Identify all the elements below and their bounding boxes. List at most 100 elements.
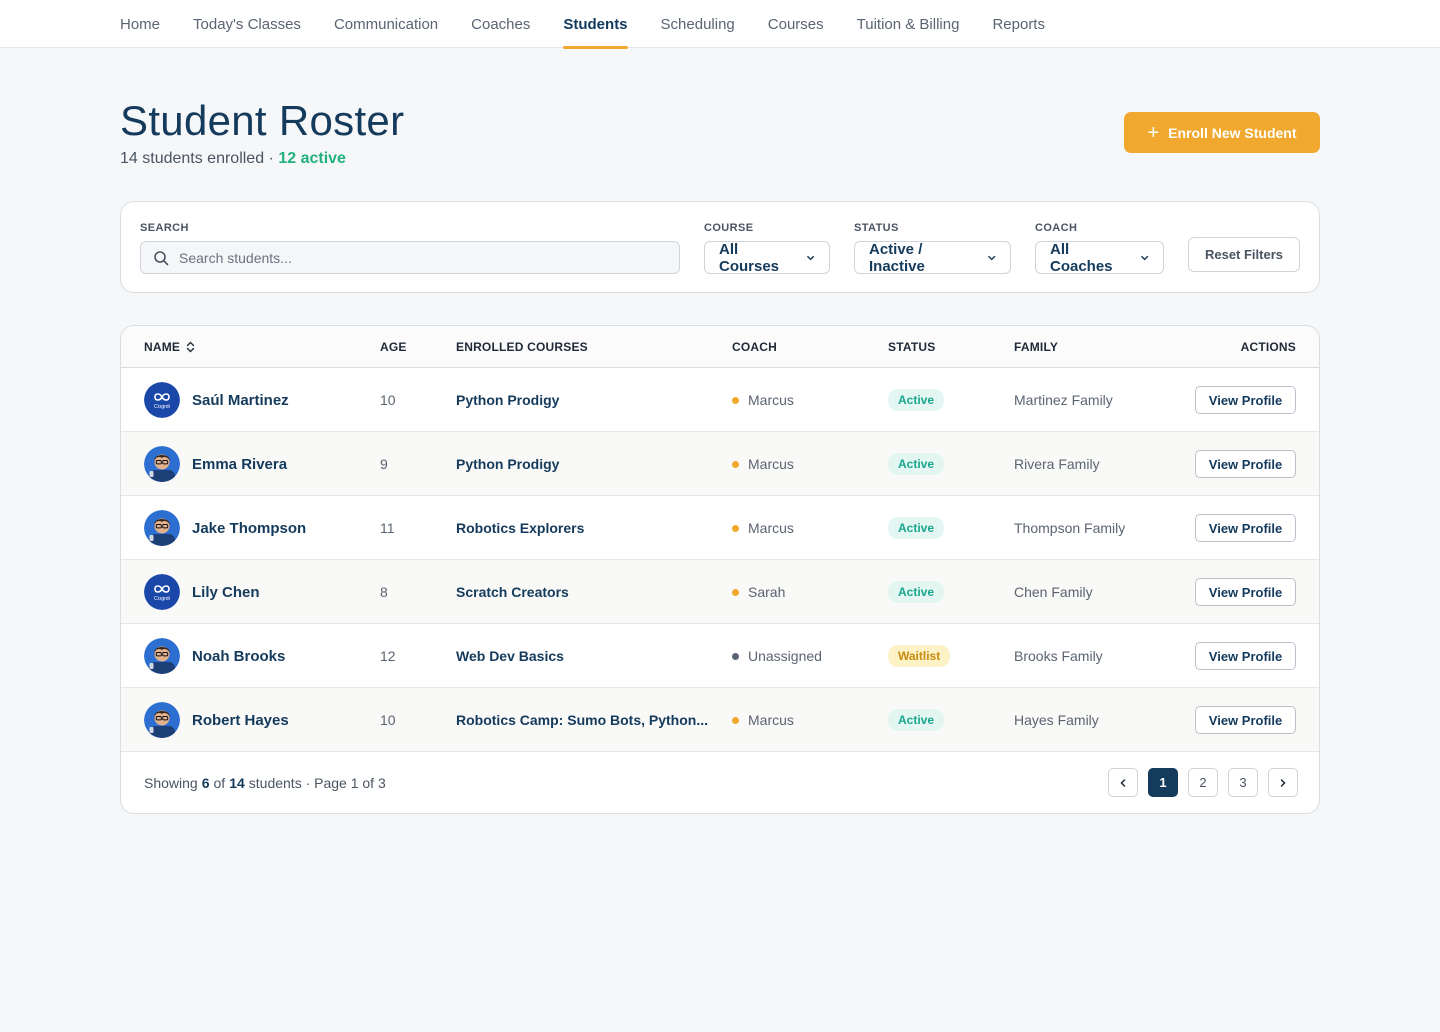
column-header-name[interactable]: NAME: [144, 326, 195, 368]
view-profile-button[interactable]: View Profile: [1195, 578, 1296, 606]
view-profile-button[interactable]: View Profile: [1195, 450, 1296, 478]
coach-status-dot: [732, 716, 739, 724]
student-name-cell: Cognit Saúl Martinez: [144, 368, 289, 432]
reset-filters-button[interactable]: Reset Filters: [1188, 237, 1300, 272]
enrolled-count: 14 students enrolled ·: [120, 150, 279, 167]
showing-summary: Showing 6 of 14 students · Page 1 of 3: [144, 752, 386, 813]
previous-page-button[interactable]: [1108, 768, 1138, 797]
actions-cell: View Profile: [1195, 432, 1296, 496]
student-age: 9: [380, 456, 388, 472]
view-profile-button[interactable]: View Profile: [1195, 706, 1296, 734]
enrolled-course: Web Dev Basics: [456, 648, 564, 664]
nav-item-courses[interactable]: Courses: [768, 0, 824, 48]
status-cell: Waitlist: [888, 624, 951, 688]
enrolled-course-cell: Robotics Camp: Sumo Bots, Python...: [456, 688, 708, 752]
page-1-button[interactable]: 1: [1148, 768, 1178, 797]
showing-suffix: students · Page 1 of 3: [248, 775, 386, 791]
nav-item-students[interactable]: Students: [563, 0, 628, 49]
course-label: COURSE: [704, 222, 754, 234]
student-name-cell: Jake Thompson: [144, 496, 306, 560]
student-name[interactable]: Emma Rivera: [192, 456, 287, 473]
student-age: 8: [380, 584, 388, 600]
nav-item-tuition-billing[interactable]: Tuition & Billing: [857, 0, 960, 48]
coach-name: Marcus: [748, 456, 794, 472]
actions-cell: View Profile: [1195, 624, 1296, 688]
course-select-value: All Courses: [719, 240, 780, 275]
coach-name: Marcus: [748, 392, 794, 408]
coach-status-dot: [732, 588, 739, 596]
enrolled-course: Python Prodigy: [456, 456, 560, 472]
sort-icon: [186, 341, 195, 353]
enrolled-course-cell: Web Dev Basics: [456, 624, 564, 688]
table-body: Cognit Saúl Martinez 10 Python Prodigy Marcu…: [121, 368, 1319, 752]
coach-name: Sarah: [748, 584, 786, 600]
nav-item-communication[interactable]: Communication: [334, 0, 438, 48]
course-select[interactable]: All Courses: [704, 240, 830, 275]
nav-item-coaches[interactable]: Coaches: [471, 0, 530, 48]
column-header-family: FAMILY: [1014, 340, 1059, 354]
table-row: Jake Thompson 11 Robotics Explorers Marcus A…: [121, 496, 1319, 560]
svg-text:Cognit: Cognit: [154, 404, 170, 410]
student-age: 12: [380, 648, 396, 664]
student-name[interactable]: Jake Thompson: [192, 520, 306, 537]
student-name[interactable]: Noah Brooks: [192, 648, 285, 665]
avatar: Cognit: [144, 574, 180, 610]
page-3-button[interactable]: 3: [1228, 768, 1258, 797]
student-name[interactable]: Lily Chen: [192, 584, 260, 601]
view-profile-button[interactable]: View Profile: [1195, 514, 1296, 542]
coach-filter-group: COACH All Coaches: [1035, 222, 1164, 275]
top-navigation: Home Today's Classes Communication Coaches S…: [0, 0, 1440, 49]
pagination: 123: [1108, 768, 1298, 797]
coach-name: Marcus: [748, 520, 794, 536]
family-name: Brooks Family: [1014, 648, 1103, 664]
nav-item-scheduling[interactable]: Scheduling: [661, 0, 735, 48]
nav-item-reports[interactable]: Reports: [992, 0, 1045, 48]
coach-status-dot: [732, 652, 739, 660]
column-header-coach: COACH: [732, 340, 777, 354]
enrolled-course: Robotics Camp: Sumo Bots, Python...: [456, 712, 708, 728]
view-profile-button[interactable]: View Profile: [1195, 386, 1296, 414]
status-cell: Active: [888, 560, 945, 624]
status-badge: Active: [888, 517, 945, 539]
status-badge: Active: [888, 389, 945, 411]
chevron-down-icon: [1140, 255, 1148, 260]
status-badge: Active: [888, 709, 945, 731]
search-box[interactable]: [140, 241, 680, 274]
chevron-right-icon: [1280, 778, 1286, 787]
shown-count: 6: [201, 775, 210, 791]
nav-items: Home Today's Classes Communication Coaches S…: [120, 0, 1078, 49]
search-icon: [154, 250, 169, 265]
student-name[interactable]: Robert Hayes: [192, 712, 289, 729]
status-select[interactable]: Active / Inactive: [854, 240, 1011, 275]
coach-cell: Unassigned: [732, 624, 822, 688]
nav-item-today-s-classes[interactable]: Today's Classes: [193, 0, 301, 48]
view-profile-button[interactable]: View Profile: [1195, 642, 1296, 670]
student-name[interactable]: Saúl Martinez: [192, 392, 289, 409]
next-page-button[interactable]: [1268, 768, 1298, 797]
enrolled-course-cell: Python Prodigy: [456, 368, 559, 432]
column-header-courses: ENROLLED COURSES: [456, 340, 588, 354]
status-select-value: Active / Inactive: [869, 240, 925, 275]
search-input[interactable]: [179, 249, 659, 266]
avatar: [144, 446, 180, 482]
student-age: 10: [380, 392, 396, 408]
column-header-status: STATUS: [888, 340, 936, 354]
enrolled-course: Scratch Creators: [456, 584, 569, 600]
family-name: Hayes Family: [1014, 712, 1099, 728]
plus-icon: +: [1147, 121, 1160, 144]
coach-select[interactable]: All Coaches: [1035, 241, 1164, 275]
family-name: Martinez Family: [1014, 392, 1113, 408]
nav-item-home[interactable]: Home: [120, 0, 160, 48]
column-name-label: NAME: [144, 340, 181, 354]
enrolled-course-cell: Scratch Creators: [456, 560, 569, 624]
filter-bar: SEARCH COURSE All Courses STATUS Active …: [120, 201, 1320, 293]
search-label: SEARCH: [140, 222, 189, 234]
enroll-new-student-button[interactable]: + Enroll New Student: [1124, 112, 1320, 153]
showing-prefix: Showing: [144, 775, 198, 791]
coach-name: Unassigned: [748, 648, 822, 664]
status-cell: Active: [888, 688, 945, 752]
chevron-down-icon: [806, 255, 814, 260]
page-2-button[interactable]: 2: [1188, 768, 1218, 797]
enroll-button-label: Enroll New Student: [1168, 124, 1297, 141]
search-group: SEARCH: [140, 222, 680, 274]
